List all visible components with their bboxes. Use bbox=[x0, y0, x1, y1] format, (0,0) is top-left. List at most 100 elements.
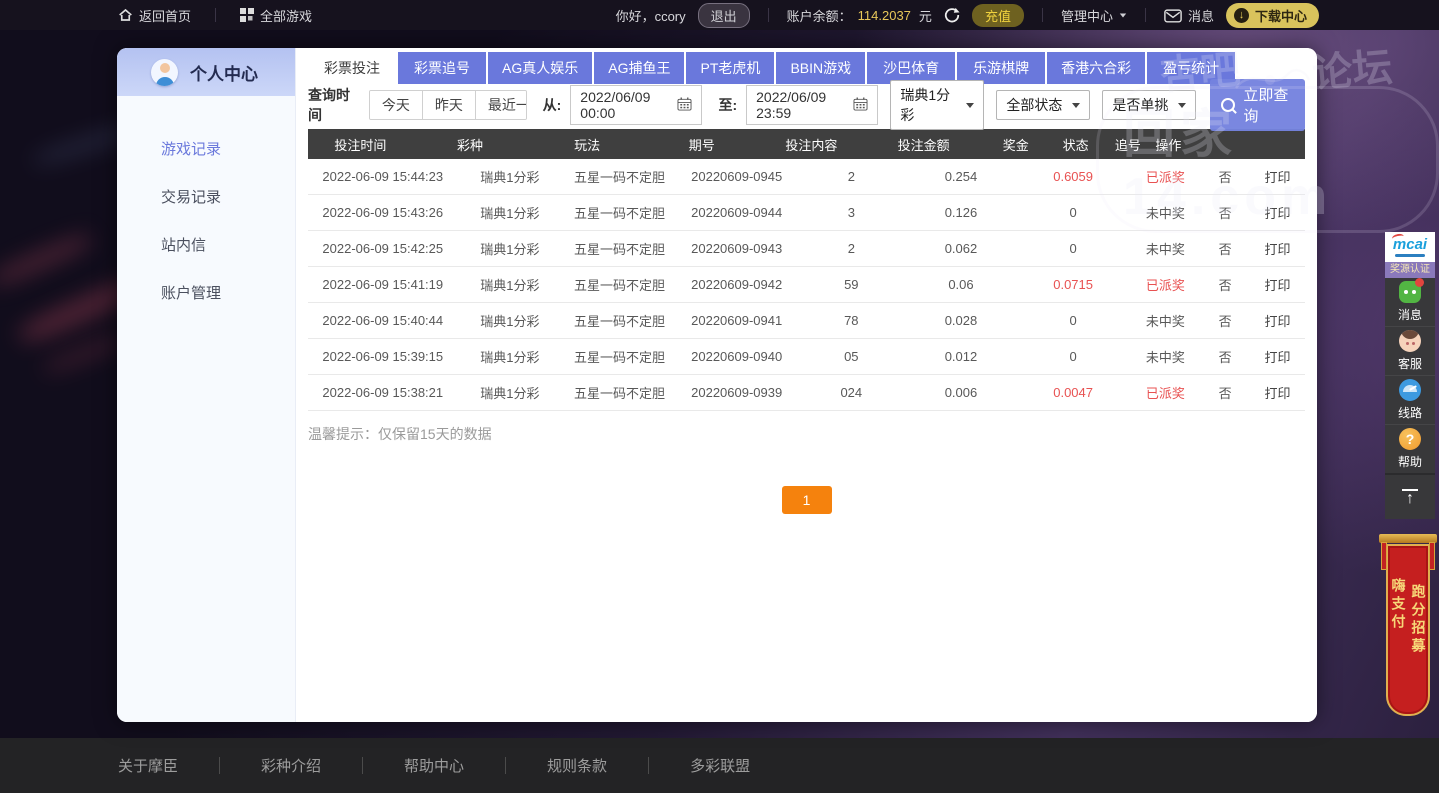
query-time-label: 查询时间 bbox=[308, 87, 350, 123]
widget-item[interactable]: 消息 bbox=[1385, 278, 1435, 327]
cell-chase: 否 bbox=[1218, 350, 1232, 365]
widget-item[interactable]: 帮助 bbox=[1385, 425, 1435, 473]
record-tab[interactable]: 彩票投注 bbox=[308, 52, 396, 84]
cell-bet-content: 59 bbox=[844, 277, 859, 292]
lottery-select[interactable]: 瑞典1分彩 bbox=[890, 80, 985, 130]
page-button-1[interactable]: 1 bbox=[781, 486, 832, 514]
sidebar: 个人中心 游戏记录 交易记录 站内信 账户管理 bbox=[117, 48, 296, 722]
sidebar-menu-item[interactable]: 游戏记录 bbox=[117, 124, 295, 172]
cell-issue-number: 20220609-0943 bbox=[691, 241, 783, 256]
table-header-cell: 投注时间 bbox=[334, 137, 387, 153]
sidebar-menu-item[interactable]: 账户管理 bbox=[117, 268, 295, 316]
promo-banner[interactable]: 嗨支付 跑分招募 bbox=[1379, 534, 1437, 726]
widget-item-label: 客服 bbox=[1397, 357, 1422, 371]
tab-label: 彩票投注 bbox=[324, 60, 380, 76]
record-tab[interactable]: AG真人娱乐 bbox=[488, 52, 593, 84]
widget-item[interactable]: 客服 bbox=[1385, 327, 1435, 376]
cell-bet-content: 78 bbox=[844, 313, 859, 328]
footer-link[interactable]: 彩种介绍 bbox=[261, 755, 404, 776]
cell-status: 未中奖 bbox=[1145, 206, 1185, 221]
admin-center-label: 管理中心 bbox=[1060, 8, 1113, 24]
tab-label: PT老虎机 bbox=[700, 60, 761, 76]
cell-bet-time: 2022-06-09 15:43:26 bbox=[322, 205, 444, 220]
print-link[interactable]: 打印 bbox=[1250, 203, 1305, 222]
status-select-value: 全部状态 bbox=[1006, 97, 1063, 113]
sidebar-menu-item[interactable]: 站内信 bbox=[117, 220, 295, 268]
cell-status: 已派奖 bbox=[1145, 278, 1185, 293]
date-to-input[interactable]: 2022/06/09 23:59 bbox=[746, 85, 879, 125]
record-tab[interactable]: PT老虎机 bbox=[686, 52, 775, 84]
calendar-icon[interactable] bbox=[853, 96, 868, 114]
back-to-top-button[interactable]: ↑ bbox=[1385, 473, 1435, 519]
cell-bet-time: 2022-06-09 15:38:21 bbox=[322, 385, 444, 400]
status-select[interactable]: 全部状态 bbox=[996, 90, 1091, 120]
balance-label: 账户余额： bbox=[786, 8, 852, 24]
recharge-button[interactable]: 充值 bbox=[971, 3, 1024, 27]
print-link[interactable]: 打印 bbox=[1250, 347, 1305, 366]
divider bbox=[215, 8, 217, 22]
all-games-link[interactable]: 全部游戏 bbox=[240, 6, 312, 25]
cell-lottery: 瑞典1分彩 bbox=[480, 242, 540, 257]
print-link[interactable]: 打印 bbox=[1250, 275, 1305, 294]
logo-underline bbox=[1395, 253, 1425, 257]
record-tab[interactable]: 彩票追号 bbox=[398, 52, 486, 84]
widget-item-label: 消息 bbox=[1397, 308, 1422, 322]
single-pick-select-value: 是否单挑 bbox=[1112, 97, 1169, 113]
widget-item[interactable]: 线路 bbox=[1385, 376, 1435, 425]
footer-link[interactable]: 规则条款 bbox=[547, 755, 690, 776]
cell-bet-amount: 0.028 bbox=[944, 313, 978, 328]
cell-chase: 否 bbox=[1218, 314, 1232, 329]
footer-link[interactable]: 帮助中心 bbox=[404, 755, 547, 776]
cell-bet-time: 2022-06-09 15:39:15 bbox=[322, 349, 444, 364]
sidebar-menu-item[interactable]: 交易记录 bbox=[117, 172, 295, 220]
print-link[interactable]: 打印 bbox=[1250, 239, 1305, 258]
print-link[interactable]: 打印 bbox=[1250, 167, 1305, 186]
footer-link[interactable]: 多彩联盟 bbox=[690, 755, 750, 776]
record-tab[interactable]: BBIN游戏 bbox=[776, 52, 866, 84]
refresh-balance-icon[interactable] bbox=[944, 7, 960, 23]
table-header-cell: 期号 bbox=[688, 137, 715, 153]
print-link[interactable]: 打印 bbox=[1250, 311, 1305, 330]
tab-label: 盈亏统计 bbox=[1163, 60, 1220, 76]
print-link[interactable]: 打印 bbox=[1250, 383, 1305, 402]
cell-status: 未中奖 bbox=[1145, 350, 1185, 365]
cell-chase: 否 bbox=[1218, 242, 1232, 257]
single-pick-select[interactable]: 是否单挑 bbox=[1102, 90, 1197, 120]
footer-link[interactable]: 关于摩臣 bbox=[118, 755, 261, 776]
download-center-button[interactable]: ↓ 下载中心 bbox=[1225, 2, 1319, 28]
quick-date-button[interactable]: 今天 bbox=[369, 91, 423, 119]
cell-prize: 0 bbox=[1069, 313, 1077, 328]
cell-issue-number: 20220609-0939 bbox=[691, 385, 783, 400]
cell-prize: 0.0715 bbox=[1053, 277, 1093, 292]
cell-chase: 否 bbox=[1218, 386, 1232, 401]
messages-link[interactable]: 消息 bbox=[1164, 6, 1214, 25]
record-tab[interactable]: 香港六合彩 bbox=[1047, 52, 1146, 84]
mcai-logo[interactable]: mcai bbox=[1385, 232, 1435, 262]
search-button[interactable]: 立即查询 bbox=[1210, 79, 1305, 131]
prize-cert-label[interactable]: 奖源认证 bbox=[1385, 262, 1435, 278]
table-header-cell: 彩种 bbox=[456, 137, 483, 153]
table-header-cell: 奖金 bbox=[1002, 137, 1029, 153]
chevron-down-icon bbox=[966, 102, 975, 108]
widget-item-icon bbox=[1399, 330, 1421, 352]
tab-label: AG真人娱乐 bbox=[502, 60, 579, 76]
record-tab[interactable]: AG捕鱼王 bbox=[594, 52, 685, 84]
widget-item-icon bbox=[1399, 428, 1421, 450]
quick-date-button[interactable]: 昨天 bbox=[422, 91, 476, 119]
cell-lottery: 瑞典1分彩 bbox=[480, 278, 540, 293]
cell-bet-content: 3 bbox=[847, 205, 855, 220]
calendar-icon[interactable] bbox=[677, 96, 692, 114]
banner-top-decoration bbox=[1379, 534, 1437, 570]
back-home-link[interactable]: 返回首页 bbox=[118, 6, 191, 25]
bet-records-table: 投注时间 彩种 玩法 期号 投注内容 投注金额 奖金 状态 追号 操作 2022-06-09 15… bbox=[308, 129, 1305, 411]
cell-play-type: 五星一码不定胆 bbox=[574, 314, 666, 329]
admin-center-menu[interactable]: 管理中心 bbox=[1061, 6, 1127, 25]
balance-value: 114.2037 bbox=[857, 7, 911, 23]
table-row: 2022-06-09 15:43:26 瑞典1分彩 五星一码不定胆 202206… bbox=[308, 195, 1305, 231]
table-row: 2022-06-09 15:44:23 瑞典1分彩 五星一码不定胆 202206… bbox=[308, 159, 1305, 195]
chevron-down-icon bbox=[1178, 102, 1187, 108]
lottery-select-value: 瑞典1分彩 bbox=[900, 87, 951, 123]
quick-date-button[interactable]: 最近一周 bbox=[475, 91, 526, 119]
date-from-input[interactable]: 2022/06/09 00:00 bbox=[570, 85, 703, 125]
logout-button[interactable]: 退出 bbox=[697, 2, 750, 28]
